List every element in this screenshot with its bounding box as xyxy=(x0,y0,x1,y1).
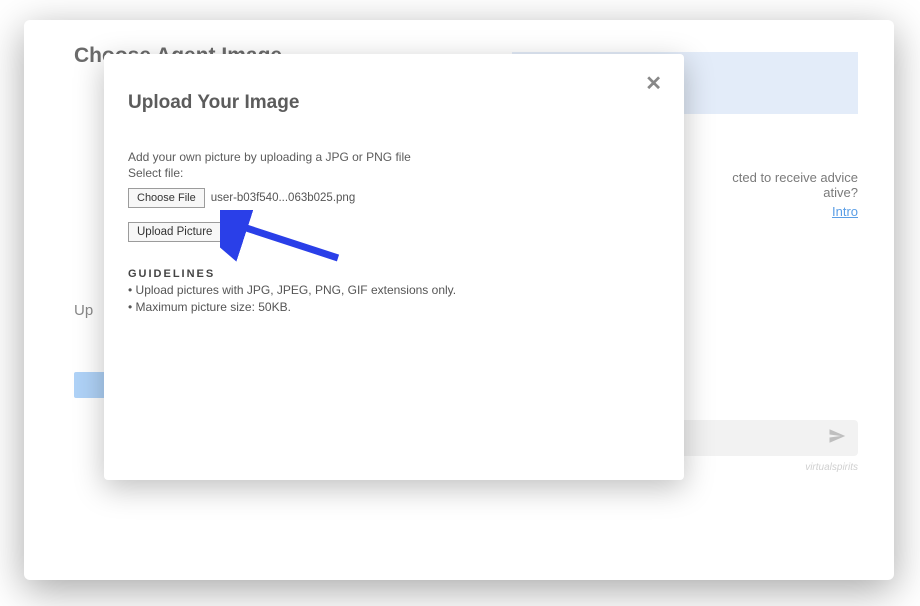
bg-obscured-button[interactable] xyxy=(74,372,106,398)
upload-picture-button[interactable]: Upload Picture xyxy=(128,222,221,242)
bg-chat-text: cted to receive advice ative? xyxy=(732,170,858,200)
guidelines-heading: GUIDELINES xyxy=(128,268,660,280)
bg-chat-text-line2: ative? xyxy=(732,185,858,200)
modal-description: Add your own picture by uploading a JPG … xyxy=(128,150,660,164)
bg-upload-label: Up xyxy=(74,302,93,319)
brand-label: virtualspirits xyxy=(805,462,858,473)
guideline-item-1: • Upload pictures with JPG, JPEG, PNG, G… xyxy=(128,282,660,299)
file-input-row: Choose File user-b03f540...063b025.png xyxy=(128,188,660,208)
bg-chat-text-line1: cted to receive advice xyxy=(732,170,858,185)
close-icon[interactable]: ✕ xyxy=(645,74,662,94)
choose-file-button[interactable]: Choose File xyxy=(128,188,205,208)
page-card: Choose Agent Image Up cted to receive ad… xyxy=(24,20,894,580)
select-file-label: Select file: xyxy=(128,166,660,180)
modal-title: Upload Your Image xyxy=(128,92,660,114)
guideline-item-2: • Maximum picture size: 50KB. xyxy=(128,299,660,316)
send-icon[interactable] xyxy=(828,427,846,450)
upload-image-modal: ✕ Upload Your Image Add your own picture… xyxy=(104,54,684,480)
intro-link[interactable]: Intro xyxy=(832,204,858,219)
selected-file-name: user-b03f540...063b025.png xyxy=(211,192,356,204)
